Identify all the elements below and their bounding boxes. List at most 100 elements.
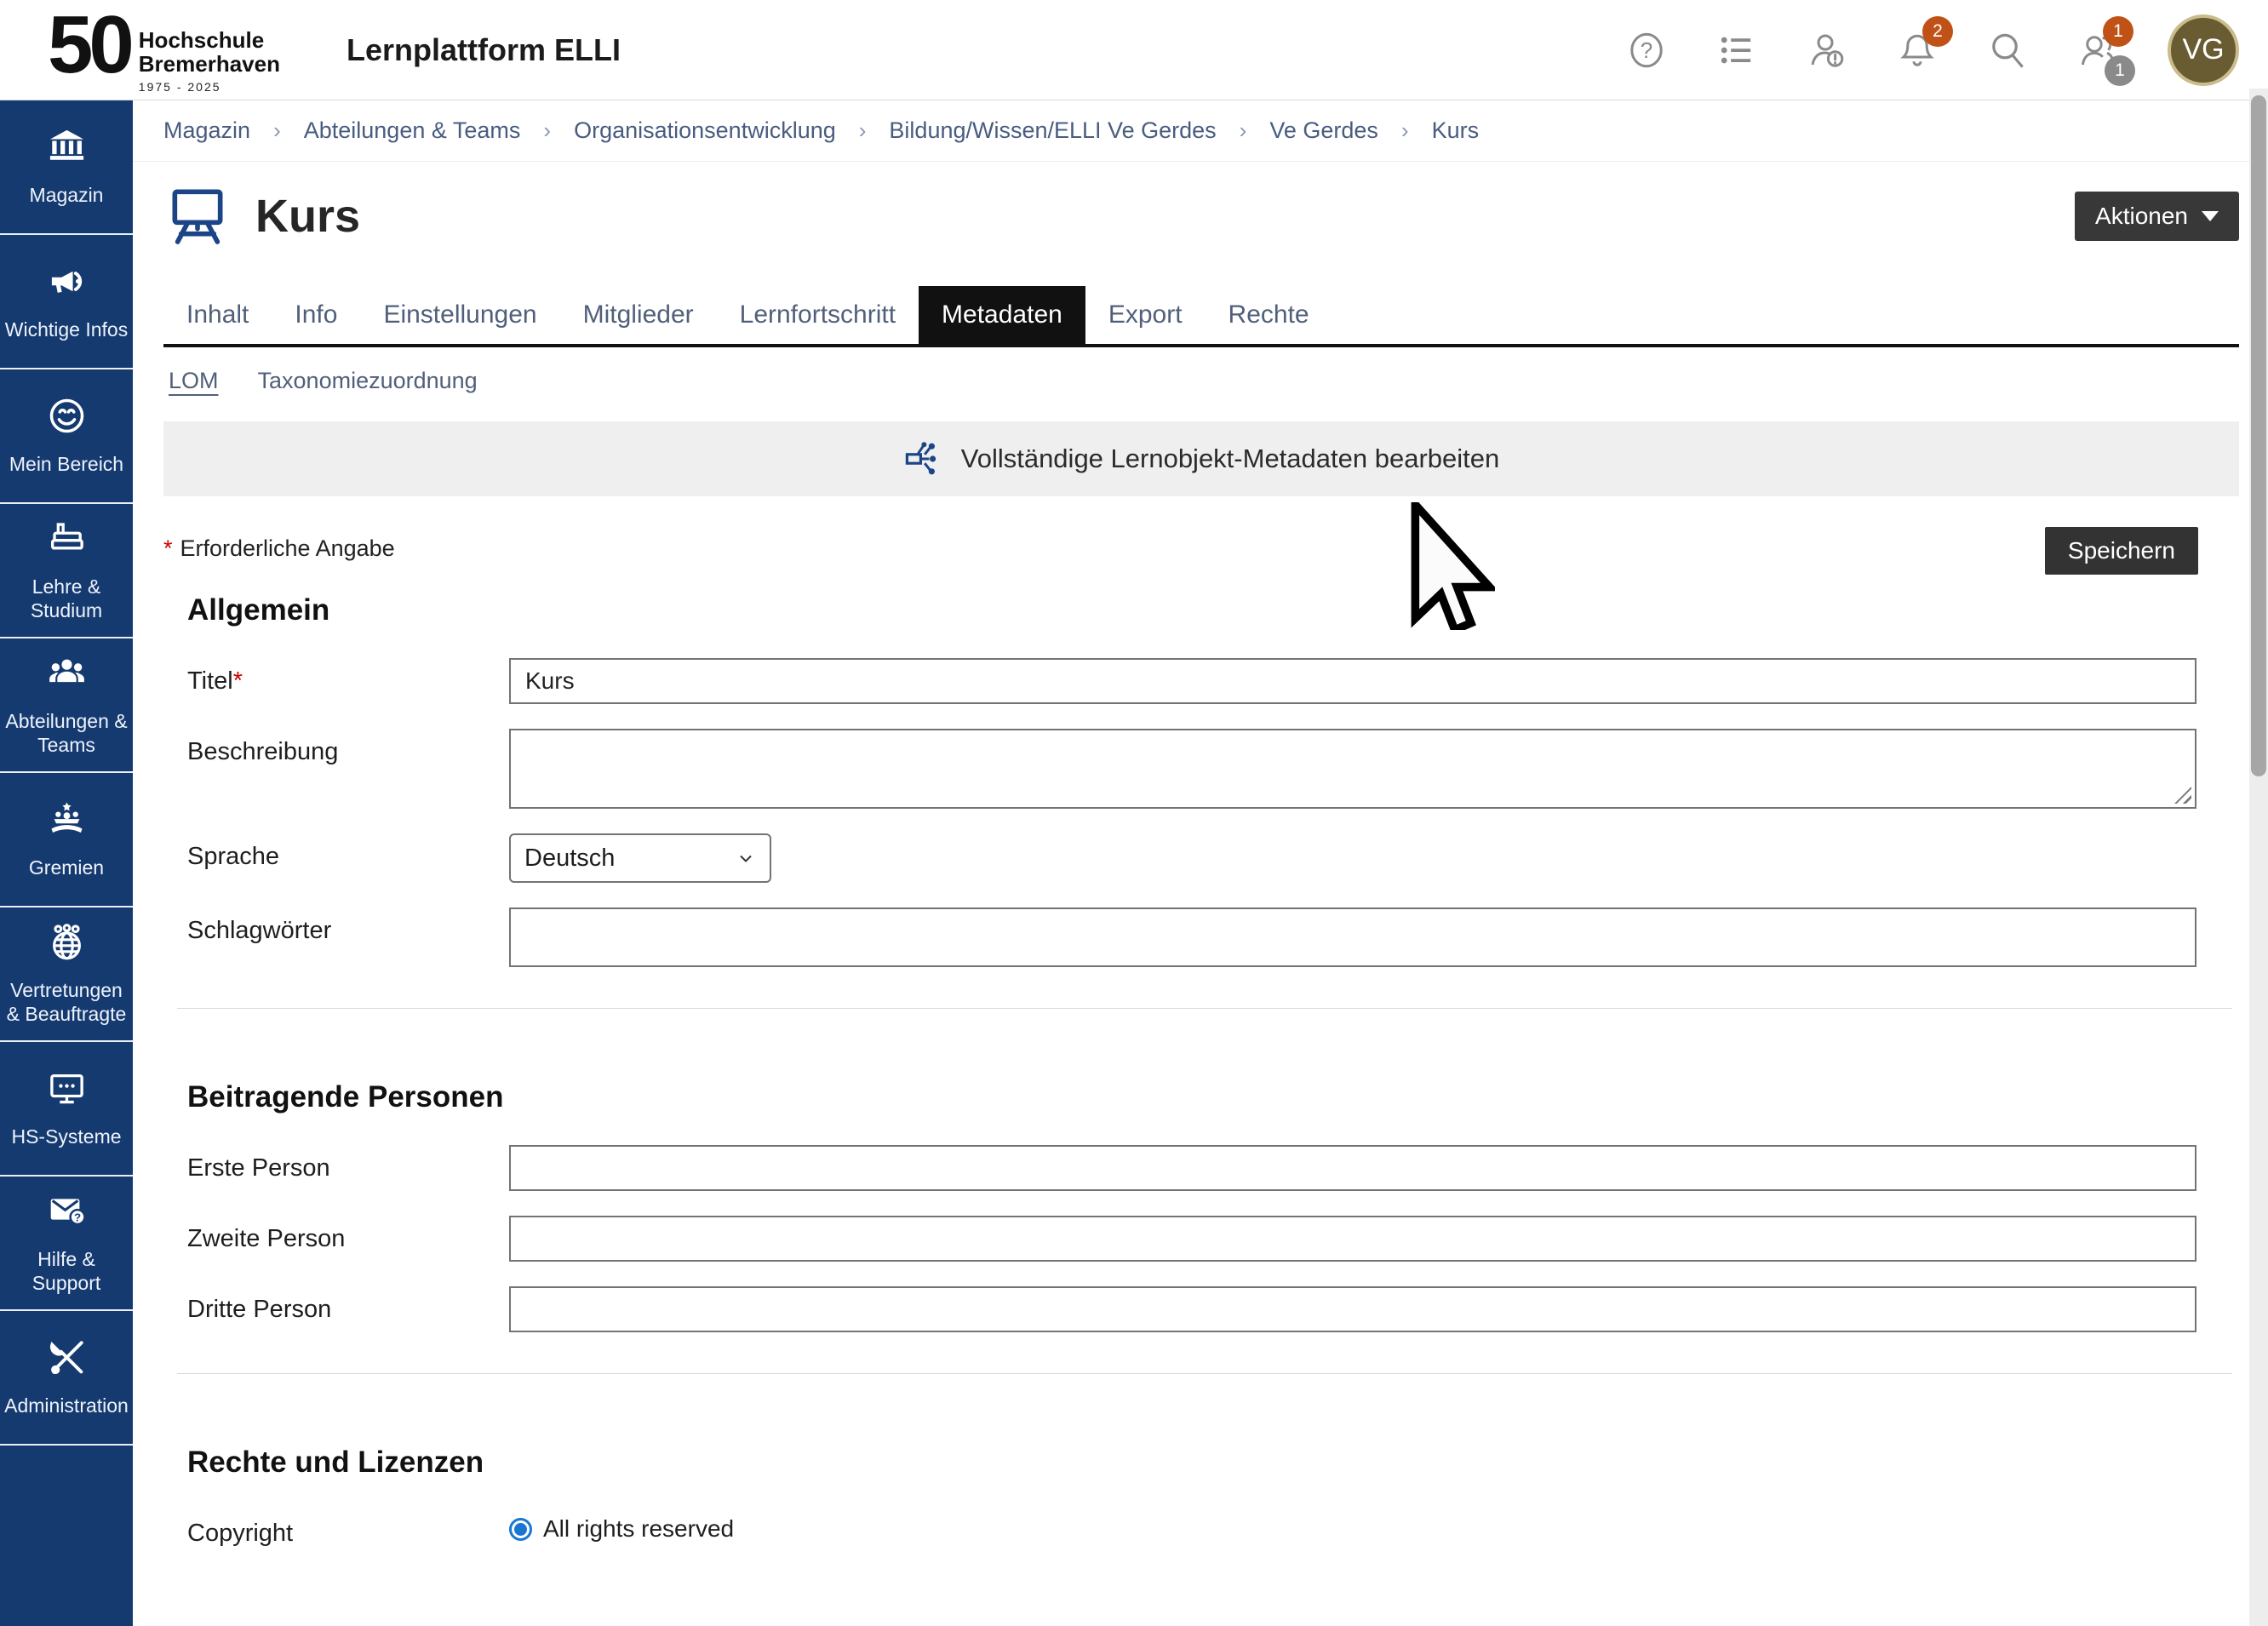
sidebar-item-abteilungen-teams[interactable]: Abteilungen & Teams [0,638,133,773]
zweite-person-label: Zweite Person [187,1216,509,1253]
logo-50-mark: 50 [48,6,130,83]
section-divider [177,1373,2232,1374]
beschreibung-textarea[interactable] [509,729,2196,809]
sidebar-item-gremien[interactable]: Gremien [0,773,133,907]
books-icon [47,518,87,564]
contacts-badge-count: 1 [2105,55,2135,86]
university-logo[interactable]: 50 Hochschule Bremerhaven 1975 - 2025 [48,6,280,94]
megaphone-icon [47,261,87,306]
sidebar-item-hilfe-support[interactable]: ? Hilfe & Support [0,1177,133,1311]
main-content: Magazin › Abteilungen & Teams › Organisa… [133,100,2268,1626]
page-title-row: Kurs Aktionen [163,182,2239,250]
vertical-scrollbar[interactable] [2249,89,2268,1626]
titel-input[interactable] [509,658,2196,704]
todo-list-icon[interactable] [1716,30,1757,71]
course-easel-icon [163,182,232,250]
breadcrumb-separator: › [543,117,551,144]
tab-rechte[interactable]: Rechte [1206,286,1332,344]
scrollbar-thumb[interactable] [2251,95,2266,776]
breadcrumb-item[interactable]: Organisationsentwicklung [574,117,836,144]
breadcrumb-item[interactable]: Kurs [1432,117,1480,144]
globe-people-icon [47,922,87,967]
avatar[interactable]: VG [2168,14,2239,86]
mail-question-icon: ? [47,1191,87,1236]
sprache-label: Sprache [187,833,509,871]
save-button[interactable]: Speichern [2045,527,2198,575]
actions-button[interactable]: Aktionen [2075,192,2239,241]
dritte-person-label: Dritte Person [187,1286,509,1324]
zweite-person-input[interactable] [509,1216,2196,1262]
svg-text:?: ? [1641,37,1652,62]
required-star: * [233,667,243,695]
tab-metadaten[interactable]: Metadaten [919,286,1085,344]
edit-full-metadata-bar[interactable]: Vollständige Lernobjekt-Metadaten bearbe… [163,421,2239,496]
breadcrumb-item[interactable]: Bildung/Wissen/ELLI Ve Gerdes [889,117,1216,144]
form-row-schlagwoerter: Schlagwörter [163,907,2239,967]
form-row-zweite-person: Zweite Person [163,1216,2239,1262]
sidebar-item-hs-systeme[interactable]: HS-Systeme [0,1042,133,1177]
sidebar-filler [0,1446,133,1626]
schlagwoerter-input[interactable] [509,907,2196,967]
svg-text:?: ? [73,1211,80,1223]
tab-info[interactable]: Info [272,286,360,344]
titel-label: Titel* [187,658,509,696]
beschreibung-label: Beschreibung [187,729,509,766]
breadcrumb-item[interactable]: Magazin [163,117,250,144]
breadcrumb-separator: › [1240,117,1247,144]
sprache-selected-value: Deutsch [524,844,615,873]
tab-lernfortschritt[interactable]: Lernfortschritt [717,286,919,344]
general-form: Titel* Beschreibung Sprache Deutsch [163,658,2239,967]
form-row-sprache: Sprache Deutsch [163,833,2239,883]
subtab-bar: LOM Taxonomiezuordnung [163,368,2239,394]
form-row-beschreibung: Beschreibung [163,729,2239,809]
notifications-badge: 2 [1922,16,1953,47]
section-heading-allgemein: Allgemein [187,593,2239,627]
edit-full-metadata-label: Vollständige Lernobjekt-Metadaten bearbe… [961,444,1500,474]
sidebar-item-administration[interactable]: Administration [0,1311,133,1446]
schlagwoerter-label: Schlagwörter [187,907,509,945]
tab-einstellungen[interactable]: Einstellungen [360,286,559,344]
search-icon[interactable] [1987,30,2028,71]
contacts-badge-new: 1 [2103,16,2133,47]
subtab-taxonomiezuordnung[interactable]: Taxonomiezuordnung [258,368,478,394]
section-divider [177,1008,2232,1009]
form-row-dritte-person: Dritte Person [163,1286,2239,1332]
sidebar-item-magazin[interactable]: Magazin [0,100,133,235]
tab-mitglieder[interactable]: Mitglieder [560,286,717,344]
copyright-option-row: All rights reserved [509,1510,2196,1543]
breadcrumb-item[interactable]: Ve Gerdes [1269,117,1378,144]
tab-export[interactable]: Export [1085,286,1206,344]
tab-inhalt[interactable]: Inhalt [163,286,272,344]
copyright-label: Copyright [187,1510,509,1548]
form-row-copyright: Copyright All rights reserved [163,1510,2239,1548]
top-header: 50 Hochschule Bremerhaven 1975 - 2025 Le… [0,0,2268,100]
section-heading-beitragende: Beitragende Personen [187,1080,2239,1114]
main-sidebar: Magazin Wichtige Infos Mein Bereich [0,100,133,1626]
subtab-lom[interactable]: LOM [169,368,219,394]
copyright-radio[interactable] [509,1518,532,1541]
contributors-form: Erste Person Zweite Person Dritte Person [163,1145,2239,1332]
sidebar-item-vertretungen-beauftragte[interactable]: Vertretungen & Beauftragte [0,907,133,1042]
breadcrumb-separator: › [859,117,867,144]
app-title: Lernplattform ELLI [346,32,621,68]
sprache-select[interactable]: Deutsch [509,833,771,883]
section-heading-rechte: Rechte und Lizenzen [187,1446,2239,1480]
erste-person-label: Erste Person [187,1145,509,1182]
breadcrumb-separator: › [1401,117,1409,144]
contacts-icon[interactable]: 1 1 [2077,30,2118,71]
logo-text: Hochschule Bremerhaven 1975 - 2025 [139,28,280,94]
resize-handle[interactable] [2174,787,2191,804]
notifications-bell-icon[interactable]: 2 [1897,30,1938,71]
required-hint: *Erforderliche Angabe [163,527,395,562]
sidebar-item-lehre-studium[interactable]: Lehre & Studium [0,504,133,638]
dritte-person-input[interactable] [509,1286,2196,1332]
help-icon[interactable]: ? [1626,30,1667,71]
sidebar-item-mein-bereich[interactable]: Mein Bereich [0,369,133,504]
copyright-option-label: All rights reserved [543,1515,734,1543]
breadcrumb-item[interactable]: Abteilungen & Teams [304,117,521,144]
erste-person-input[interactable] [509,1145,2196,1191]
metadata-nodes-icon [903,438,944,479]
sidebar-item-wichtige-infos[interactable]: Wichtige Infos [0,235,133,369]
user-alert-icon[interactable] [1807,30,1847,71]
committee-icon [47,799,87,844]
